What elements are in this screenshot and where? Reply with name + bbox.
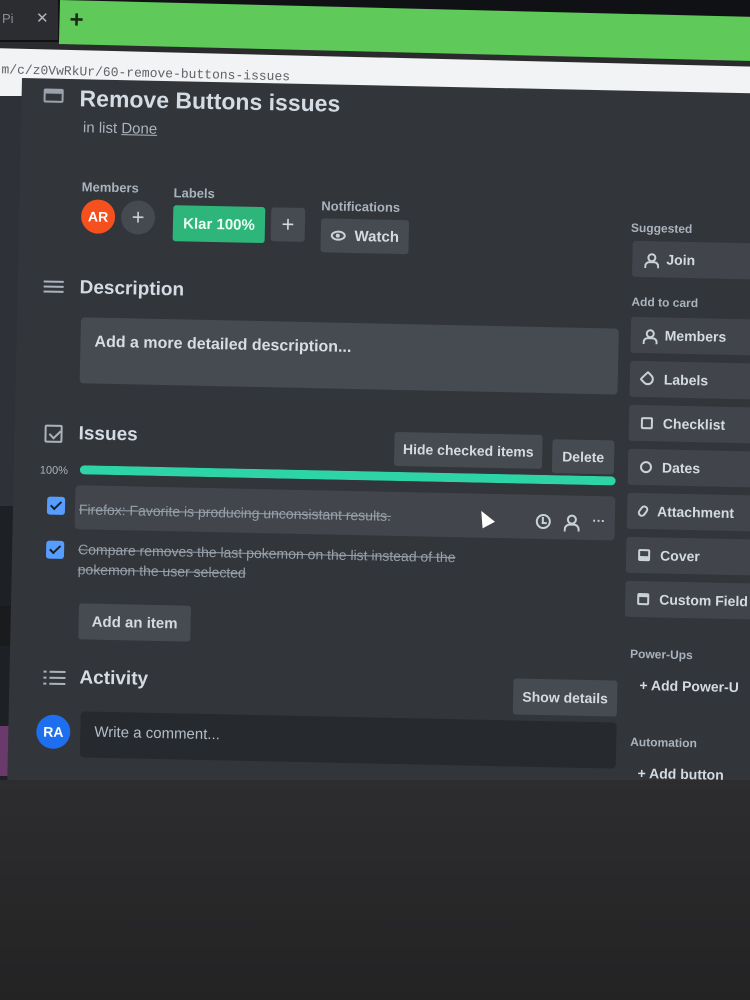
checklist-icon: [44, 424, 63, 443]
user-icon: [643, 329, 655, 341]
button-label: Cover: [659, 547, 700, 565]
add-power-ups-button[interactable]: + Add Power-U: [639, 677, 739, 695]
list-name-link[interactable]: Done: [121, 120, 157, 138]
plus-icon: +: [69, 6, 84, 34]
button-label: Labels: [663, 371, 709, 389]
button-label: Custom Field: [659, 591, 749, 610]
checklist-item-text[interactable]: Compare removes the last pokemon on the …: [78, 539, 499, 588]
monitor-bezel: [0, 780, 750, 1000]
button-label: Checklist: [662, 415, 726, 433]
in-list-prefix: in list: [82, 119, 118, 138]
sidebar-attachment-button[interactable]: Attachment: [626, 492, 750, 532]
in-list-text: in list Done: [83, 119, 158, 138]
button-label: Members: [664, 327, 727, 345]
members-label: Members: [81, 179, 139, 196]
automation-label: Automation: [630, 734, 698, 751]
card-detail-modal: Remove Buttons issues in list Done Membe…: [7, 78, 750, 796]
notifications-label: Notifications: [321, 198, 401, 215]
description-input[interactable]: Add a more detailed description...: [79, 317, 619, 395]
checklist-icon: [640, 417, 654, 430]
suggested-label: Suggested: [630, 220, 693, 237]
tab-title: Pi: [2, 11, 14, 26]
power-ups-label: Power-Ups: [629, 646, 693, 663]
description-title: Description: [79, 277, 185, 301]
browser-tab[interactable]: Pi ✕: [0, 0, 58, 40]
eye-icon: [330, 230, 346, 241]
watch-button[interactable]: Watch: [320, 218, 410, 255]
add-item-button[interactable]: Add an item: [78, 603, 191, 642]
add-label-button[interactable]: +: [270, 207, 306, 242]
due-date-icon[interactable]: [533, 511, 553, 531]
button-label: Attachment: [656, 503, 735, 522]
clock-icon: [639, 461, 653, 474]
labels-label: Labels: [173, 185, 215, 202]
add-member-button[interactable]: +: [120, 200, 156, 235]
activity-title: Activity: [79, 667, 149, 690]
button-label: Dates: [661, 459, 701, 477]
avatar: RA: [35, 714, 71, 750]
checklist-title: Issues: [78, 423, 138, 446]
sidebar-labels-button[interactable]: Labels: [629, 360, 750, 400]
join-button[interactable]: Join: [631, 240, 750, 280]
watch-label: Watch: [354, 227, 400, 246]
custom-field-icon: [637, 592, 650, 606]
checklist-percent: 100%: [39, 464, 69, 478]
sidebar-custom-field-button[interactable]: Custom Field: [624, 580, 750, 620]
browser-tab-bar: Pi ✕ +: [0, 0, 750, 62]
label-klar[interactable]: Klar 100%: [172, 205, 266, 244]
avatar[interactable]: AR: [80, 199, 116, 234]
sidebar-members-button[interactable]: Members: [630, 316, 750, 356]
cover-icon: [638, 549, 651, 562]
checklist-item-checkbox[interactable]: [45, 540, 65, 559]
add-to-card-label: Add to card: [631, 294, 699, 311]
assign-member-icon[interactable]: [561, 511, 581, 531]
delete-checklist-button[interactable]: Delete: [551, 439, 615, 475]
card-title[interactable]: Remove Buttons issues: [79, 85, 340, 117]
description-icon: [43, 280, 64, 297]
show-details-button[interactable]: Show details: [512, 678, 618, 717]
more-options-icon[interactable]: ···: [589, 510, 609, 530]
sidebar-dates-button[interactable]: Dates: [627, 448, 750, 488]
sidebar-cover-button[interactable]: Cover: [625, 536, 750, 576]
hide-checked-items-button[interactable]: Hide checked items: [393, 431, 543, 469]
checklist-item-checkbox[interactable]: [46, 496, 66, 515]
join-label: Join: [666, 251, 696, 269]
sidebar-checklist-button[interactable]: Checklist: [628, 404, 750, 444]
user-icon: [644, 253, 656, 265]
paperclip-icon: [636, 503, 650, 519]
comment-input[interactable]: Write a comment...: [79, 711, 617, 769]
card-icon: [43, 88, 64, 103]
activity-icon: [43, 670, 66, 689]
close-icon[interactable]: ✕: [36, 9, 49, 27]
tag-icon: [639, 370, 657, 388]
